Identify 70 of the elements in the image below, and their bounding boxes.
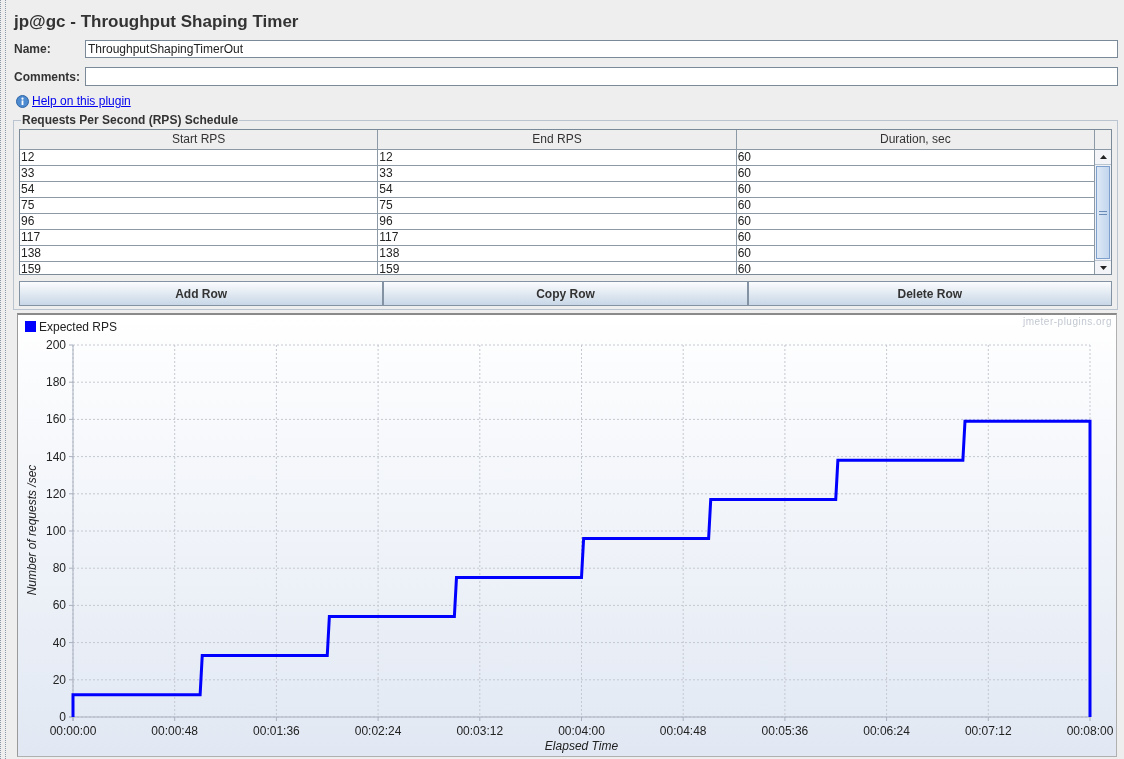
table-cell: 60 [736,150,1095,166]
field-label: Comments: [13,68,81,86]
triangle-up-icon [1099,155,1107,159]
x-tick-label: 00:05:36 [761,724,809,738]
table-cell: 60 [736,166,1095,182]
table-cell: 117 [378,230,737,246]
scroll-up-button[interactable] [1095,150,1111,165]
triangle-down-icon [1099,265,1107,270]
legend-label: Expected RPS [39,320,118,334]
table-cell: 54 [20,182,379,198]
table-cell: 54 [378,182,737,198]
info-icon [16,94,29,108]
column-header[interactable]: Start RPS [20,130,379,150]
x-tick-label: 00:03:12 [456,724,504,738]
table-cell: 33 [20,166,379,182]
table-cell: 60 [736,246,1095,262]
x-tick-label: 00:08:00 [1066,724,1114,738]
table-cell: 60 [736,230,1095,246]
chart-credit: jmeter-plugins.org [1022,316,1112,327]
y-axis-title: Number of requests /sec [25,464,39,596]
help-link[interactable]: Help on this plugin [32,94,131,108]
y-tick-label: 140 [45,449,66,464]
table-cell: 60 [736,198,1095,214]
text-field[interactable]: ThroughputShapingTimerOut [85,40,1118,58]
group-title: Requests Per Second (RPS) Schedule [21,113,240,127]
x-tick-label: 00:04:48 [659,724,707,738]
y-tick-label: 80 [52,561,66,576]
y-tick-label: 100 [45,524,66,538]
action-button[interactable]: Copy Row [383,281,748,306]
panel-title: jp@gc - Throughput Shaping Timer [13,12,299,32]
text-field[interactable] [85,67,1118,86]
y-tick-label: 20 [52,672,66,687]
table-cell: 159 [20,262,379,274]
table-cell: 60 [736,214,1095,230]
scroll-down-button[interactable] [1095,260,1111,274]
table-cell: 33 [378,166,737,182]
grip-lines-icon [1099,210,1107,215]
x-tick-label: 00:01:36 [253,724,300,738]
action-button[interactable]: Add Row [19,281,384,306]
x-tick-label: 00:06:24 [863,724,910,738]
field-label: Name: [13,41,52,58]
table-cell: 60 [736,182,1095,198]
scrollbar-thumb[interactable] [1096,166,1110,259]
table-cell: 96 [20,214,379,230]
x-tick-label: 00:02:24 [354,724,402,738]
table-cell: 138 [378,246,737,262]
table-cell: 117 [20,230,379,246]
table-cell: 12 [20,150,379,166]
table-cell: 12 [378,150,737,166]
column-header[interactable]: Duration, sec [736,130,1095,150]
table-cell: 159 [378,262,737,274]
column-header[interactable]: End RPS [378,130,737,150]
table-cell: 96 [378,214,737,230]
y-tick-label: 120 [45,486,66,501]
x-tick-label: 00:00:48 [151,724,199,738]
x-tick-label: 00:00:00 [49,724,97,738]
y-tick-label: 200 [45,338,66,352]
table-cell: 138 [20,246,379,262]
x-tick-label: 00:07:12 [964,724,1012,738]
scrollbar[interactable] [1095,150,1111,274]
y-tick-label: 40 [52,635,66,650]
x-axis-title: Elapsed Time [544,739,619,753]
y-tick-label: 180 [45,375,66,390]
action-button[interactable]: Delete Row [747,281,1112,306]
y-tick-label: 160 [45,412,66,427]
y-tick-label: 60 [52,598,66,613]
table-cell: 75 [20,198,379,214]
x-tick-label: 00:04:00 [558,724,605,738]
table-cell: 75 [378,198,737,214]
y-tick-label: 0 [59,710,66,724]
